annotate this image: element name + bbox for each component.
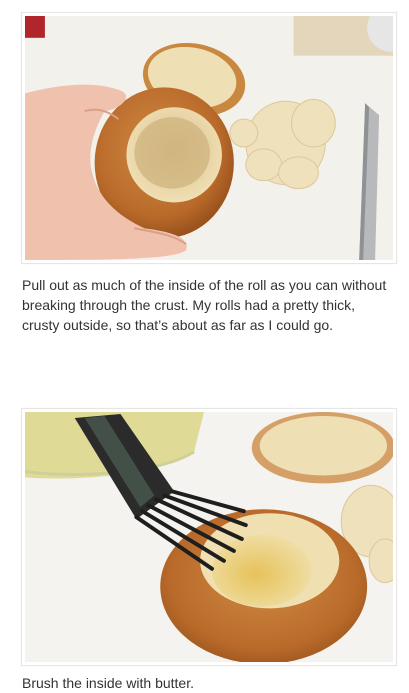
step-1-caption: Pull out as much of the inside of the ro… xyxy=(22,277,387,333)
roll-butter-brush-photo xyxy=(25,412,393,662)
step-1-photo xyxy=(21,12,397,264)
step-2-photo xyxy=(21,408,397,666)
step-2-caption: Brush the inside with butter. xyxy=(22,675,194,691)
roll-hollowed-photo xyxy=(25,16,393,260)
